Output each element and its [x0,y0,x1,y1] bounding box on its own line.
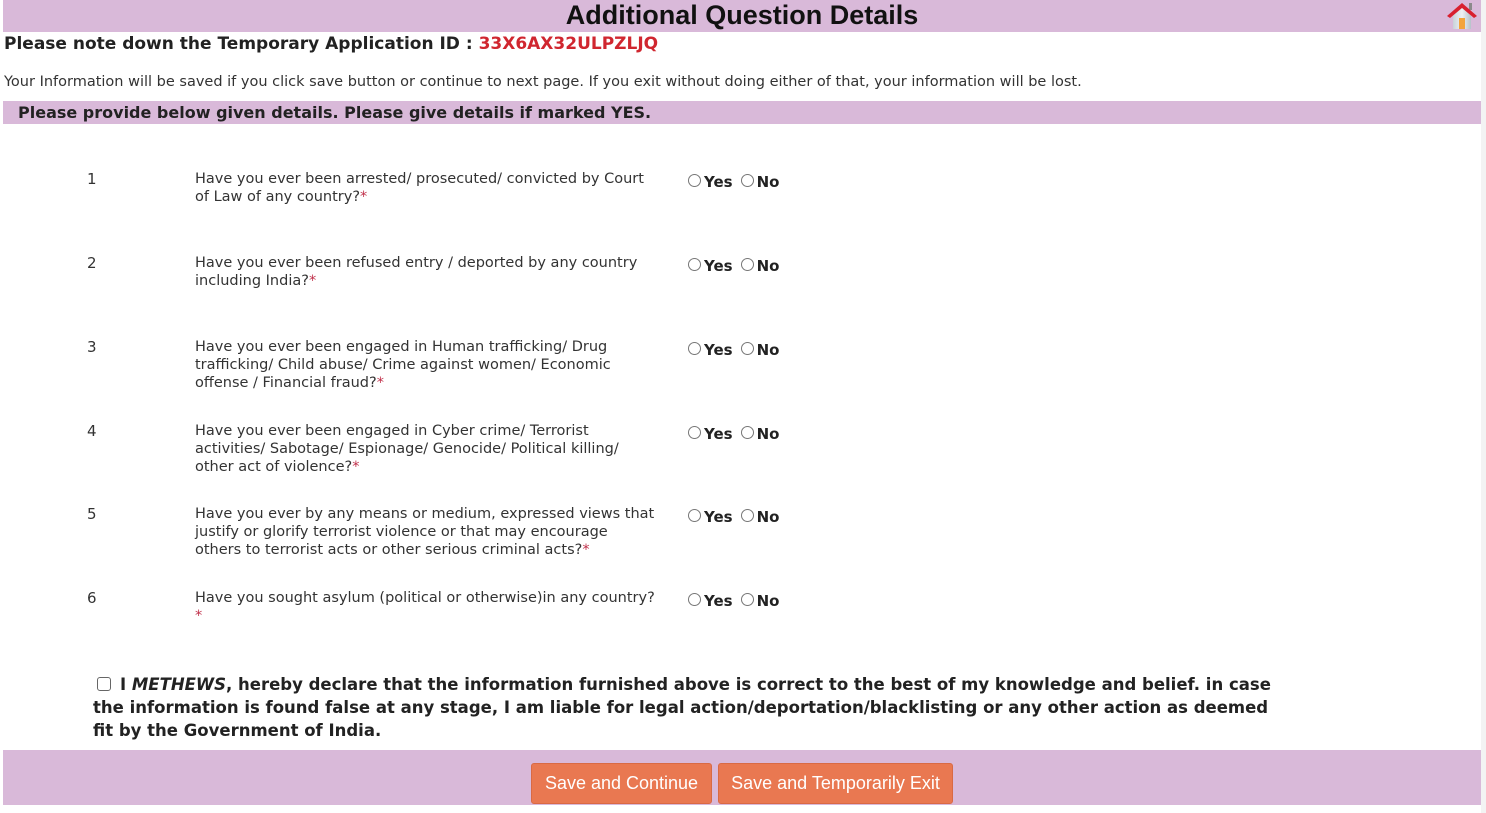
required-asterisk: * [352,459,360,475]
radio-no[interactable] [740,593,754,606]
declaration-text: , hereby declare that the information fu… [93,675,1271,740]
option-no[interactable]: No [740,589,780,610]
option-yes[interactable]: Yes [688,505,733,526]
question-label: Have you ever been arrested/ prosecuted/… [195,171,644,205]
required-asterisk: * [582,542,590,558]
question-number: 3 [87,338,97,356]
option-yes[interactable]: Yes [688,170,733,191]
question-number: 6 [87,589,97,607]
radio-no[interactable] [740,509,754,522]
answer-options: Yes No [688,254,787,275]
option-label: Yes [704,592,733,610]
radio-yes[interactable] [688,426,701,439]
question-number: 2 [87,254,97,272]
question-label: Have you ever been engaged in Human traf… [195,339,611,391]
declaration: I METHEWS, hereby declare that the infor… [93,673,1283,742]
radio-yes[interactable] [688,593,701,606]
save-and-exit-button[interactable]: Save and Temporarily Exit [718,763,953,804]
answer-options: Yes No [688,338,787,359]
required-asterisk: * [195,608,203,624]
option-no[interactable]: No [740,170,780,191]
option-no[interactable]: No [740,254,780,275]
option-no[interactable]: No [740,422,780,443]
application-id-value: 33X6AX32ULPZLJQ [478,34,659,54]
question-label: Have you ever been refused entry / depor… [195,255,638,289]
option-yes[interactable]: Yes [688,254,733,275]
required-asterisk: * [376,375,384,391]
radio-no[interactable] [740,342,754,355]
question-text: Have you ever been refused entry / depor… [195,254,655,290]
option-label: No [756,425,780,443]
declaration-prefix: I [120,675,132,694]
option-label: Yes [704,425,733,443]
option-label: No [756,173,780,191]
application-id-label: Please note down the Temporary Applicati… [4,34,479,54]
option-yes[interactable]: Yes [688,589,733,610]
application-id-line: Please note down the Temporary Applicati… [4,34,658,54]
option-label: No [756,341,780,359]
option-label: No [756,592,780,610]
option-yes[interactable]: Yes [688,338,733,359]
question-text: Have you ever been engaged in Human traf… [195,338,655,392]
footer-bar: Save and Continue Save and Temporarily E… [3,750,1481,805]
required-asterisk: * [308,273,317,289]
radio-yes[interactable] [688,174,701,187]
required-asterisk: * [360,189,368,205]
option-label: No [756,257,780,275]
question-text: Have you ever by any means or medium, ex… [195,505,655,559]
question-label: Have you sought asylum (political or oth… [195,590,655,606]
radio-yes[interactable] [688,509,701,522]
radio-no[interactable] [740,426,754,439]
page-title: Additional Question Details [565,0,919,30]
declaration-checkbox[interactable] [97,677,111,691]
option-no[interactable]: No [740,338,780,359]
radio-yes[interactable] [688,342,701,355]
radio-yes[interactable] [688,258,701,271]
option-yes[interactable]: Yes [688,422,733,443]
title-bar: Additional Question Details [3,0,1481,32]
save-notice: Your Information will be saved if you cl… [4,74,1082,90]
scrollbar-track[interactable] [1481,0,1486,813]
radio-no[interactable] [740,258,754,271]
question-number: 4 [87,422,97,440]
answer-options: Yes No [688,170,787,191]
option-label: Yes [704,341,733,359]
page: Additional Question Details Please note … [3,0,1481,813]
home-icon[interactable] [1445,1,1479,31]
option-label: Yes [704,508,733,526]
question-text: Have you sought asylum (political or oth… [195,589,655,625]
option-label: Yes [704,257,733,275]
question-number: 1 [87,170,97,188]
answer-options: Yes No [688,422,787,443]
section-heading: Please provide below given details. Plea… [18,103,652,122]
save-and-continue-button[interactable]: Save and Continue [531,763,712,804]
question-text: Have you ever been engaged in Cyber crim… [195,422,655,476]
radio-no[interactable] [740,174,754,187]
section-header: Please provide below given details. Plea… [3,101,1481,124]
answer-options: Yes No [688,505,787,526]
declarant-name: METHEWS [131,675,227,694]
answer-options: Yes No [688,589,787,610]
question-label: Have you ever been engaged in Cyber crim… [195,423,619,475]
question-number: 5 [87,505,97,523]
option-label: Yes [704,173,733,191]
question-text: Have you ever been arrested/ prosecuted/… [195,170,655,206]
option-no[interactable]: No [740,505,780,526]
option-label: No [756,508,780,526]
